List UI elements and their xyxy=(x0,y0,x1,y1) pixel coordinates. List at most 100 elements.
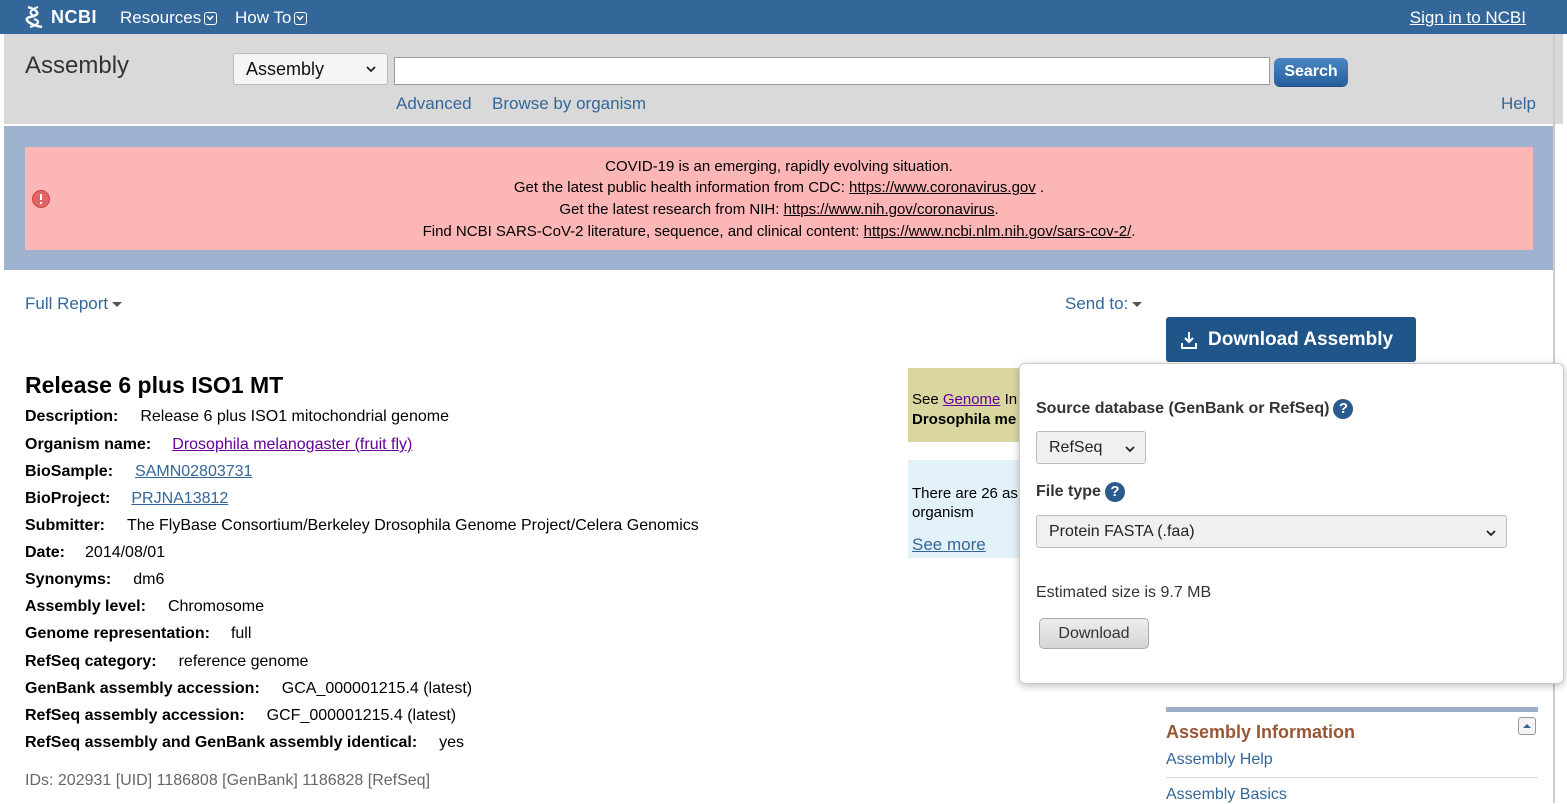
field-label: GenBank assembly accession: xyxy=(25,680,260,697)
nih-link[interactable]: https://www.nih.gov/coronavirus xyxy=(784,201,995,218)
chevron-down-icon xyxy=(204,11,218,25)
field-label: Organism name: xyxy=(25,436,152,453)
assemblies-count-text: There are 26 as xyxy=(912,485,1018,502)
help-icon[interactable]: ? xyxy=(1333,399,1354,419)
file-type-select[interactable]: Protein FASTA (.faa) xyxy=(1036,515,1507,548)
field-date: Date: 2014/08/01 xyxy=(25,544,165,562)
database-select[interactable]: Assembly xyxy=(233,53,388,85)
sars-cov-2-link[interactable]: https://www.ncbi.nlm.nih.gov/sars-cov-2/ xyxy=(864,223,1132,240)
resources-menu-label: Resources xyxy=(120,8,202,27)
field-label: Date: xyxy=(25,544,66,561)
ncbi-logo[interactable]: NCBI xyxy=(24,4,97,30)
record-title: Release 6 plus ISO1 MT xyxy=(25,372,284,398)
chevron-down-icon xyxy=(1486,530,1496,537)
resources-menu[interactable]: Resources xyxy=(120,8,218,28)
section-divider xyxy=(1166,707,1538,712)
search-input[interactable] xyxy=(394,57,1270,85)
full-report-dropdown[interactable]: Full Report xyxy=(25,294,123,314)
alert-text: Get the latest research from NIH: xyxy=(559,201,784,218)
field-value: GCF_000001215.4 (latest) xyxy=(266,707,457,724)
field-biosample: BioSample: SAMN02803731 xyxy=(25,463,252,481)
field-label: RefSeq category: xyxy=(25,653,157,670)
bioproject-link[interactable]: PRJNA13812 xyxy=(131,490,228,507)
field-value: The FlyBase Consortium/Berkeley Drosophi… xyxy=(127,517,699,534)
alert-text: . xyxy=(1035,179,1045,196)
collapse-icon[interactable] xyxy=(1518,717,1536,735)
alert-line-3: Get the latest research from NIH: https:… xyxy=(25,201,1533,218)
field-label: Genome representation: xyxy=(25,625,210,642)
field-genbank-accession: GenBank assembly accession: GCA_000001215… xyxy=(25,680,472,698)
browse-by-organism-link[interactable]: Browse by organism xyxy=(492,94,646,114)
field-organism: Organism name: Drosophila melanogaster (f… xyxy=(25,436,412,454)
source-database-value: RefSeq xyxy=(1049,438,1103,456)
genome-info-box: See Genome In Drosophila me xyxy=(908,368,1020,442)
download-assembly-button[interactable]: Download Assembly xyxy=(1166,317,1416,362)
genome-suffix: In xyxy=(1000,391,1018,408)
genome-prefix: See xyxy=(912,391,943,408)
source-database-label-row: Source database (GenBank or RefSeq)? xyxy=(1036,399,1354,419)
alert-text: . xyxy=(994,201,999,218)
see-more-link[interactable]: See more xyxy=(912,535,986,555)
genome-info-text: See Genome In xyxy=(912,391,1017,408)
field-value: dm6 xyxy=(133,571,165,588)
alert-text: Find NCBI SARS-CoV-2 literature, sequenc… xyxy=(422,223,864,240)
record-ids: IDs: 202931 [UID] 1186808 [GenBank] 1186… xyxy=(25,772,431,789)
database-select-value: Assembly xyxy=(246,58,325,79)
field-value: Release 6 plus ISO1 mitochondrial genome xyxy=(140,408,449,425)
assemblies-organism-text: organism xyxy=(912,504,974,521)
file-type-label: File type xyxy=(1036,483,1101,501)
source-database-select[interactable]: RefSeq xyxy=(1036,431,1146,464)
field-refseq-accession: RefSeq assembly accession: GCF_000001215.… xyxy=(25,707,456,725)
alert-text: . xyxy=(1131,223,1136,240)
help-icon[interactable]: ? xyxy=(1104,482,1125,502)
biosample-link[interactable]: SAMN02803731 xyxy=(135,463,252,480)
assembly-help-link[interactable]: Assembly Help xyxy=(1166,751,1273,769)
source-database-label: Source database (GenBank or RefSeq) xyxy=(1036,400,1330,418)
genome-link[interactable]: Genome xyxy=(943,391,1001,408)
ncbi-logo-text: NCBI xyxy=(51,6,97,27)
field-label: BioSample: xyxy=(25,463,114,480)
field-value: full xyxy=(230,625,252,642)
download-button[interactable]: Download xyxy=(1039,618,1149,649)
sign-in-link[interactable]: Sign in to NCBI xyxy=(1410,8,1526,28)
field-assembly-level: Assembly level: Chromosome xyxy=(25,598,264,616)
field-label: Synonyms: xyxy=(25,571,112,588)
send-to-label: Send to: xyxy=(1065,294,1129,313)
file-type-label-row: File type? xyxy=(1036,482,1125,502)
field-value: 2014/08/01 xyxy=(85,544,166,561)
assembly-information-title: Assembly Information xyxy=(1166,722,1356,742)
alert-line-1: COVID-19 is an emerging, rapidly evolvin… xyxy=(605,158,953,175)
field-genome-representation: Genome representation: full xyxy=(25,625,251,643)
chevron-down-icon xyxy=(294,11,308,25)
chevron-down-icon xyxy=(1125,446,1135,453)
alert-text: Get the latest public health information… xyxy=(513,179,850,196)
how-to-menu[interactable]: How To xyxy=(235,8,308,28)
genome-organism: Drosophila me xyxy=(912,411,1017,428)
field-synonyms: Synonyms: dm6 xyxy=(25,571,164,589)
database-title: Assembly xyxy=(25,52,130,79)
download-icon xyxy=(1181,331,1197,349)
assembly-basics-link[interactable]: Assembly Basics xyxy=(1166,786,1287,804)
field-label: Assembly level: xyxy=(25,598,146,615)
field-bioproject: BioProject: PRJNA13812 xyxy=(25,490,228,508)
field-submitter: Submitter: The FlyBase Consortium/Berkele… xyxy=(25,517,699,535)
assemblies-info-box: There are 26 as organism See more xyxy=(908,460,1020,558)
alert-line-4: Find NCBI SARS-CoV-2 literature, sequenc… xyxy=(25,223,1533,240)
search-button[interactable]: Search xyxy=(1274,58,1348,86)
field-label: BioProject: xyxy=(25,490,111,507)
cdc-link[interactable]: https://www.coronavirus.gov xyxy=(849,179,1036,196)
field-description: Description: Release 6 plus ISO1 mitochon… xyxy=(25,408,449,426)
advanced-search-link[interactable]: Advanced xyxy=(396,94,472,114)
organism-link[interactable]: Drosophila melanogaster (fruit fly) xyxy=(172,436,412,453)
field-value: GCA_000001215.4 (latest) xyxy=(281,680,473,697)
alert-line-2: Get the latest public health information… xyxy=(25,179,1533,196)
caret-down-icon xyxy=(112,302,123,308)
full-report-label: Full Report xyxy=(25,294,109,313)
field-value: Chromosome xyxy=(167,598,264,615)
file-type-value: Protein FASTA (.faa) xyxy=(1049,522,1195,540)
caret-down-icon xyxy=(1132,302,1143,308)
send-to-dropdown[interactable]: Send to: xyxy=(1065,294,1143,314)
estimated-size: Estimated size is 9.7 MB xyxy=(1036,584,1212,601)
help-link[interactable]: Help xyxy=(1501,94,1536,114)
chevron-down-icon xyxy=(366,66,376,73)
